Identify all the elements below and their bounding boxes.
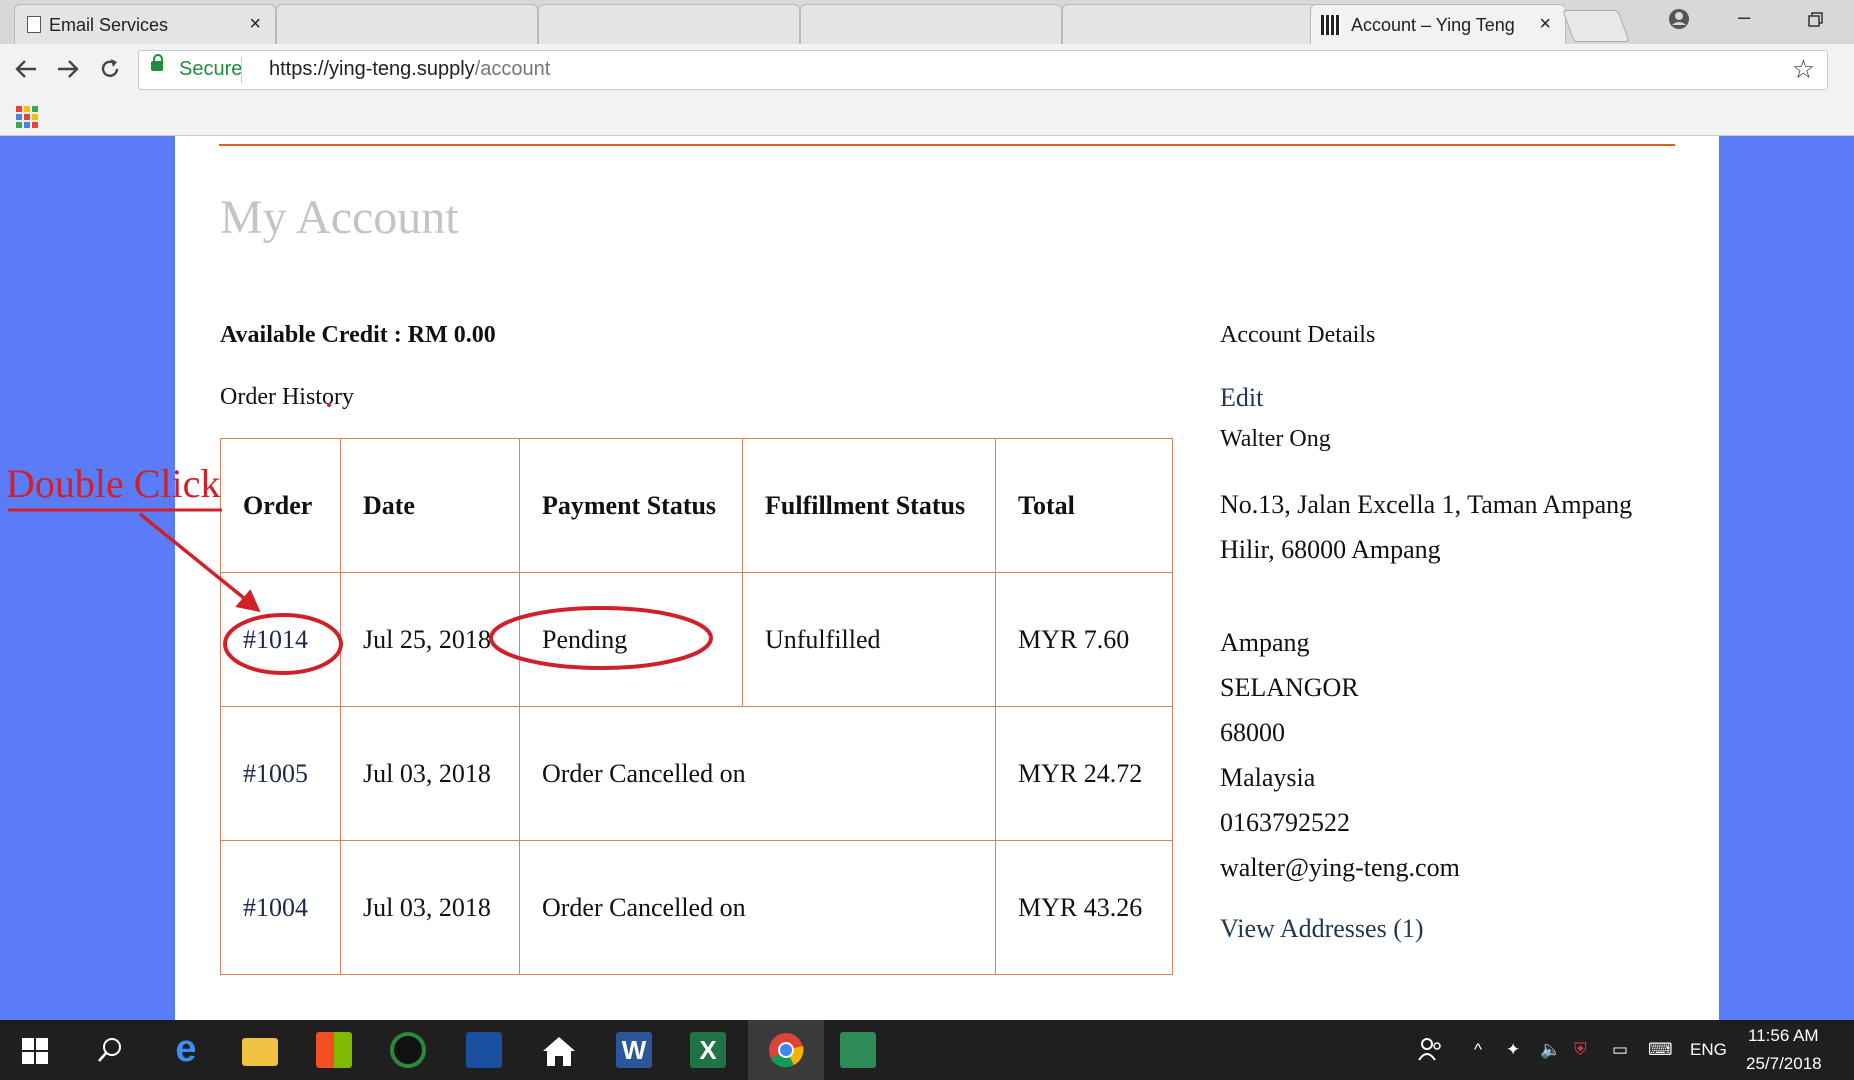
clock-date[interactable]: 25/7/2018 [1746, 1054, 1822, 1074]
annotation-circle-pending [489, 606, 713, 670]
windows-start-icon[interactable] [22, 1038, 48, 1064]
monitor-app-icon[interactable] [466, 1032, 502, 1068]
edge-browser-icon[interactable]: e [168, 1030, 204, 1068]
network-icon[interactable]: ▭ [1612, 1040, 1628, 1060]
chrome-taskbar-slot[interactable] [748, 1020, 824, 1080]
annotation-overlay [8, 403, 713, 675]
annotation-arrow [138, 512, 257, 609]
chevron-up-icon[interactable]: ^ [1474, 1040, 1482, 1060]
volume-icon[interactable]: 🔈 [1540, 1040, 1561, 1060]
dropbox-icon[interactable]: ✦ [1506, 1040, 1520, 1060]
circle-app-icon[interactable] [390, 1032, 426, 1068]
chart-app-icon[interactable] [840, 1032, 876, 1068]
ime-icon[interactable]: ⌨ [1648, 1040, 1673, 1060]
language-indicator[interactable]: ENG [1690, 1040, 1727, 1060]
excel-icon[interactable]: X [690, 1032, 726, 1068]
search-icon[interactable] [96, 1036, 124, 1064]
chrome-icon [769, 1033, 804, 1068]
annotation-circle-order [223, 613, 343, 675]
clock-time[interactable]: 11:56 AM [1748, 1026, 1819, 1046]
annotation-dot [327, 403, 331, 407]
word-icon[interactable]: W [616, 1032, 652, 1068]
file-explorer-icon[interactable] [242, 1038, 278, 1066]
security-shield-icon[interactable]: ⛨ [1574, 1040, 1587, 1060]
people-icon[interactable] [1418, 1036, 1444, 1062]
home-icon[interactable] [540, 1034, 578, 1068]
store-icon[interactable] [316, 1032, 352, 1068]
